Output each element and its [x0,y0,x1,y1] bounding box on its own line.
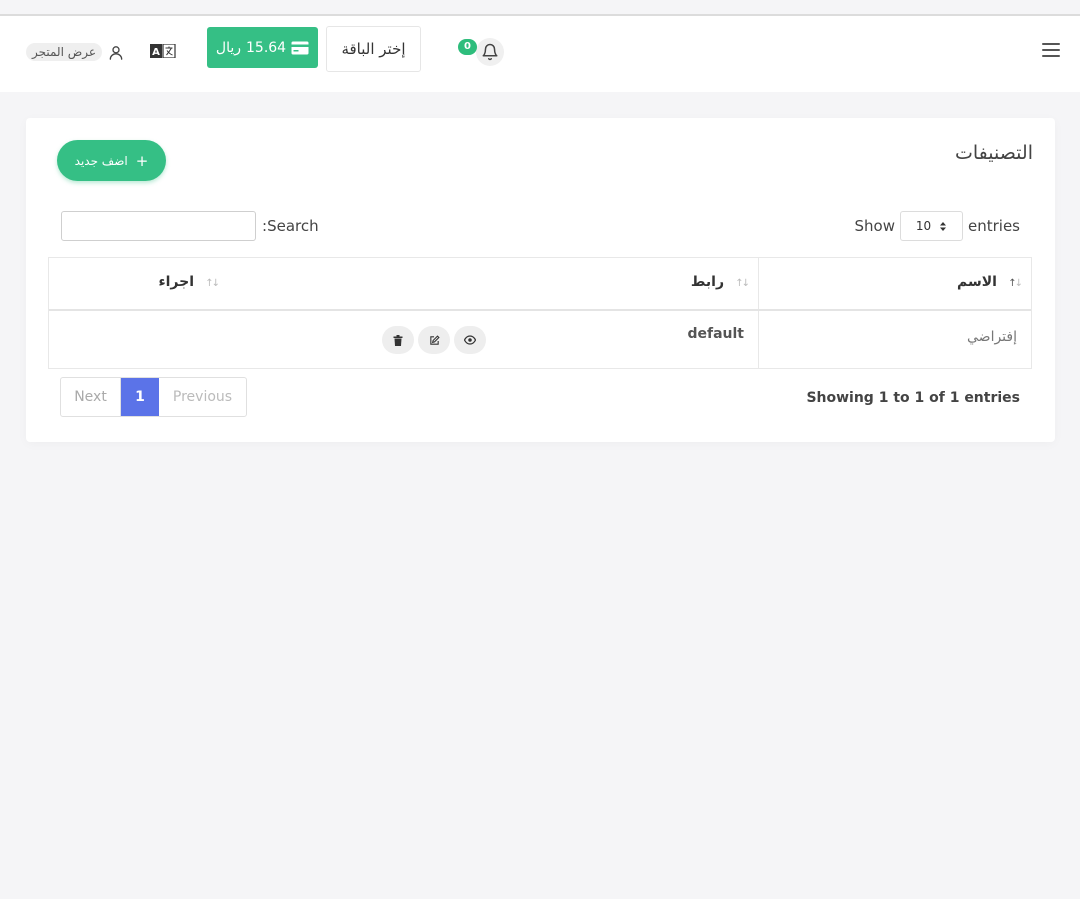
categories-table: ↑↓ الاسم ↑↓ رابط ↑↓ اجراء إفتراضي defaul… [48,257,1032,369]
column-header-actions[interactable]: ↑↓ اجراء [49,258,488,309]
translate-icon: A [150,44,176,58]
credit-card-icon [291,41,309,54]
edit-button[interactable] [418,326,450,354]
language-switch-button[interactable]: A [149,40,177,62]
search-control: Search: [61,211,319,241]
page-size-select[interactable]: 10 [900,211,963,241]
notifications-button[interactable] [476,38,504,66]
category-name: إفتراضي [967,329,1017,345]
search-label: Search: [262,217,319,235]
sort-icon: ↑↓ [735,278,750,289]
edit-icon [429,334,440,345]
sort-icon: ↑↓ [205,278,220,289]
table-row: إفتراضي default [49,311,1031,368]
top-header: 0 إختر الباقة ريال 15.64 A عرض المتجر [0,16,1080,92]
view-store-label: عرض المتجر [26,43,103,61]
eye-icon [464,335,476,345]
table-header: ↑↓ الاسم ↑↓ رابط ↑↓ اجراء [49,258,1031,311]
search-input[interactable] [61,211,256,241]
entries-summary: Showing 1 to 1 of 1 entries [806,390,1020,406]
balance-amount: 15.64 [246,39,287,56]
category-link: default [687,326,744,342]
cell-actions [49,311,488,368]
balance-currency: ريال [215,39,241,56]
page-1-button[interactable]: 1 [121,378,159,416]
add-new-button[interactable]: اضف جديد + [57,140,166,181]
select-arrows-icon [940,221,947,231]
column-header-actions-label: اجراء [158,274,194,290]
previous-page-button[interactable]: Previous [159,378,246,416]
sort-asc-icon: ↑↓ [1008,278,1023,289]
column-header-link[interactable]: ↑↓ رابط [488,258,758,309]
pagination: Next 1 Previous [60,377,247,417]
hamburger-menu-icon[interactable] [1042,43,1060,59]
column-header-name[interactable]: ↑↓ الاسم [758,258,1031,309]
categories-card: التصنيفات اضف جديد + Show 10 entries Sea… [26,118,1055,442]
add-new-label: اضف جديد [74,153,128,168]
plus-icon: + [135,151,149,170]
view-button[interactable] [454,326,486,354]
column-header-name-label: الاسم [957,274,997,290]
show-label: Show [854,217,895,235]
trash-icon [393,334,403,346]
page-size-value: 10 [915,219,932,233]
choose-plan-button[interactable]: إختر الباقة [326,26,421,72]
column-header-link-label: رابط [690,274,724,290]
cell-link: default [488,311,758,368]
entries-label: entries [968,217,1020,235]
notification-count-badge: 0 [458,39,477,55]
svg-text:A: A [152,47,160,58]
bell-icon [482,43,498,61]
next-page-button[interactable]: Next [61,378,121,416]
balance-button[interactable]: ريال 15.64 [207,27,318,68]
cell-name: إفتراضي [758,311,1031,368]
page-title: التصنيفات [954,142,1033,164]
delete-button[interactable] [382,326,414,354]
view-store-link[interactable]: عرض المتجر [26,40,124,64]
user-icon [109,45,123,60]
page-size-control: Show 10 entries [855,211,1020,241]
